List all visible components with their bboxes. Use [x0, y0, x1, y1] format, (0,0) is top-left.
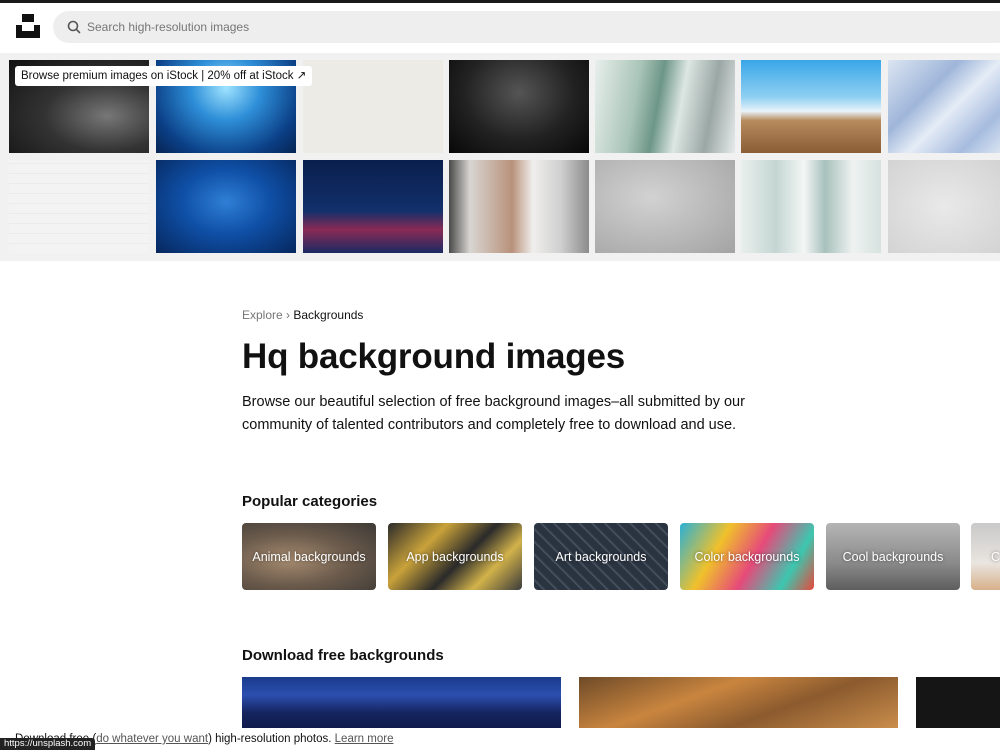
status-url: https://unsplash.com — [0, 738, 96, 750]
breadcrumb-explore-link[interactable]: Explore — [242, 308, 283, 322]
istock-image-blurred-glass[interactable] — [741, 160, 881, 253]
istock-image-paper-texture[interactable] — [303, 60, 443, 153]
category-color-backgrounds[interactable]: Color backgrounds — [680, 523, 814, 590]
istock-image-white-brick[interactable] — [9, 160, 149, 253]
istock-image-blue-abstract[interactable] — [888, 60, 1000, 153]
istock-image-pier-sky[interactable] — [741, 60, 881, 153]
cookie-bar: Download free (do whatever you want) hig… — [0, 728, 1000, 750]
learn-more-link[interactable]: Learn more — [335, 733, 394, 745]
istock-image-concrete[interactable] — [595, 160, 735, 253]
category-label: Color backgrounds — [694, 549, 800, 564]
istock-image-deep-blue[interactable] — [156, 160, 296, 253]
download-backgrounds-heading: Download free backgrounds — [242, 647, 444, 664]
istock-image-black-gradient[interactable] — [449, 60, 589, 153]
breadcrumb-separator: › — [286, 308, 291, 322]
category-label: Cool backgrounds — [842, 549, 944, 564]
category-partial-backgrounds[interactable]: C — [971, 523, 1000, 590]
page-title: Hq background images — [242, 337, 626, 376]
license-link[interactable]: do whatever you want — [96, 733, 208, 745]
category-label: Animal backgrounds — [252, 549, 366, 564]
unsplash-logo-icon[interactable] — [16, 14, 40, 38]
search-icon[interactable] — [66, 19, 82, 35]
breadcrumb: Explore › Backgrounds — [242, 308, 363, 322]
istock-image-grid: Browse premium images on iStock | 20% of… — [0, 53, 1000, 261]
istock-image-office-glass[interactable] — [595, 60, 735, 153]
istock-image-office-corridor[interactable] — [449, 160, 589, 253]
istock-image-digital-wave[interactable] — [303, 160, 443, 253]
cookie-text-after: ) high-resolution photos. — [208, 733, 332, 745]
category-cool-backgrounds[interactable]: Cool backgrounds — [826, 523, 960, 590]
search-input[interactable] — [87, 11, 787, 43]
istock-image-grey-texture[interactable] — [888, 160, 1000, 253]
category-label: C — [991, 549, 1000, 564]
category-art-backgrounds[interactable]: Art backgrounds — [534, 523, 668, 590]
istock-promo-badge[interactable]: Browse premium images on iStock | 20% of… — [15, 66, 313, 86]
breadcrumb-current: Backgrounds — [293, 308, 364, 322]
popular-categories-heading: Popular categories — [242, 493, 378, 510]
category-label: Art backgrounds — [555, 549, 647, 564]
page-description: Browse our beautiful selection of free b… — [242, 394, 745, 433]
search-bar[interactable] — [53, 11, 1000, 43]
category-label: App backgrounds — [406, 549, 504, 564]
category-app-backgrounds[interactable]: App backgrounds — [388, 523, 522, 590]
header — [0, 3, 1000, 53]
category-animal-backgrounds[interactable]: Animal backgrounds — [242, 523, 376, 590]
